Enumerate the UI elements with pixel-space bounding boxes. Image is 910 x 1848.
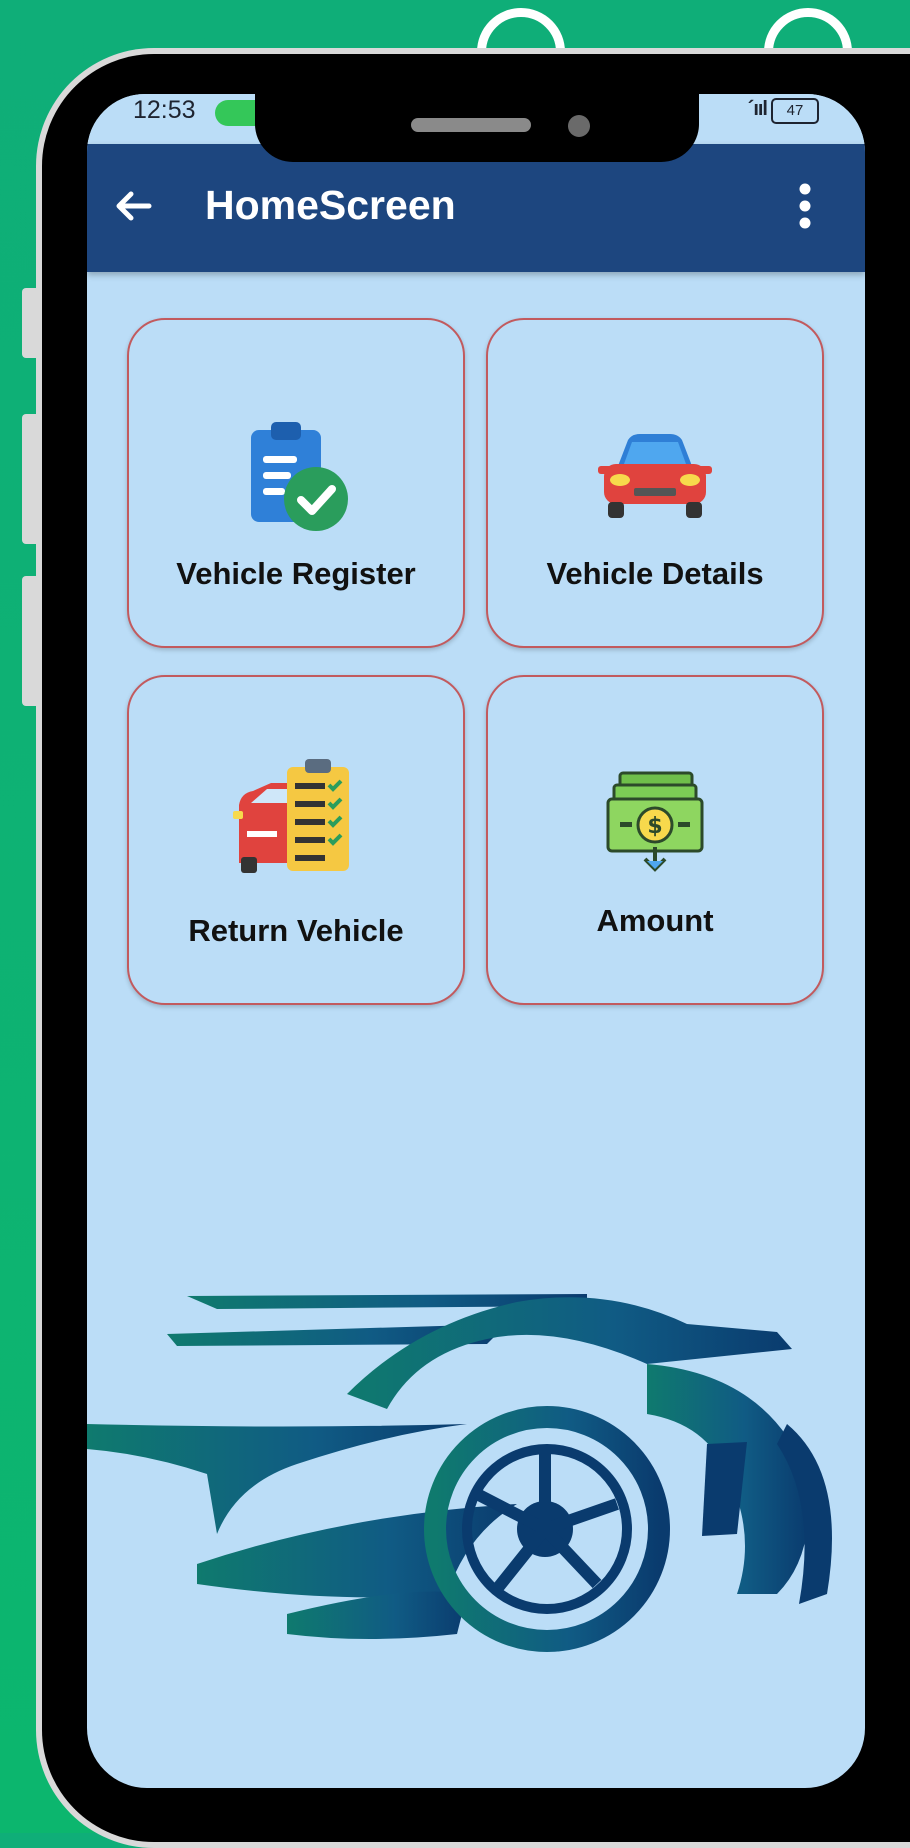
phone-volume-up-button xyxy=(22,414,36,544)
money-stack-icon: $ xyxy=(606,771,704,872)
app-screen: 12:53 ´ııl 47 HomeScreen Vehicle Registe… xyxy=(87,94,865,1788)
phone-notch xyxy=(255,94,699,162)
arrow-back-icon[interactable] xyxy=(113,186,153,226)
vehicle-details-tile[interactable]: Vehicle Details xyxy=(486,318,824,648)
return-vehicle-tile[interactable]: Return Vehicle xyxy=(127,675,465,1005)
vehicle-details-label: Vehicle Details xyxy=(546,556,764,591)
page-title: HomeScreen xyxy=(205,182,456,228)
battery-icon: 47 xyxy=(771,98,819,124)
app-bar: HomeScreen xyxy=(87,144,865,272)
clipboard-check-icon xyxy=(251,422,348,531)
more-vert-icon[interactable] xyxy=(795,182,815,230)
return-vehicle-label: Return Vehicle xyxy=(188,913,404,948)
phone-side-button xyxy=(22,288,36,358)
vehicle-register-tile[interactable]: Vehicle Register xyxy=(127,318,465,648)
car-front-icon xyxy=(598,434,712,518)
phone-speaker xyxy=(411,118,531,132)
vehicle-register-label: Vehicle Register xyxy=(176,556,416,591)
phone-camera xyxy=(568,115,590,137)
svg-text:$: $ xyxy=(647,814,662,839)
car-checklist-icon xyxy=(233,759,349,873)
signal-icon: ´ııl xyxy=(747,98,768,120)
sports-car-illustration xyxy=(87,1294,832,1652)
phone-volume-down-button xyxy=(22,576,36,706)
amount-tile[interactable]: $ Amount xyxy=(486,675,824,1005)
amount-label: Amount xyxy=(596,903,714,938)
status-time: 12:53 xyxy=(133,96,196,124)
